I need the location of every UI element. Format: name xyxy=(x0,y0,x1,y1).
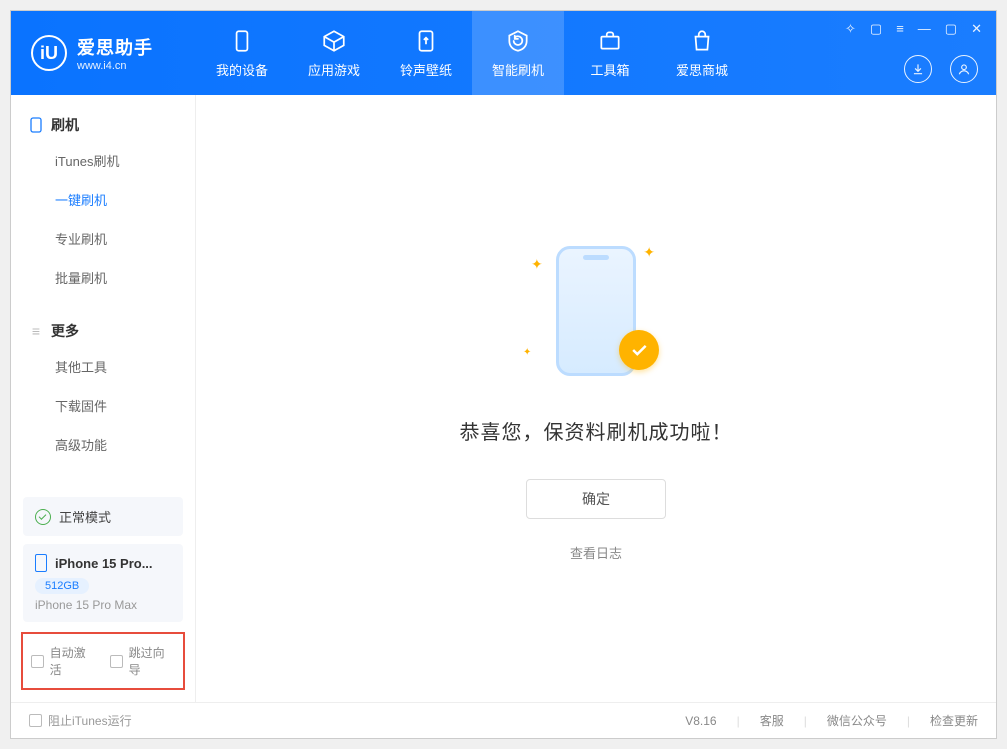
sidebar-item-itunes-flash[interactable]: iTunes刷机 xyxy=(11,141,195,180)
success-check-icon xyxy=(619,330,659,370)
nav-label: 应用游戏 xyxy=(308,60,360,79)
checkbox-label: 自动激活 xyxy=(50,644,96,678)
flash-options: 自动激活 跳过向导 xyxy=(21,632,185,690)
maximize-button[interactable]: ▢ xyxy=(943,19,959,39)
sparkle-icon: ✦ xyxy=(643,244,655,261)
sidebar-item-other-tools[interactable]: 其他工具 xyxy=(11,347,195,386)
sidebar-group-flash[interactable]: 刷机 xyxy=(11,109,195,141)
phone-small-icon[interactable]: ▢ xyxy=(868,19,884,39)
nav-label: 铃声壁纸 xyxy=(400,60,452,79)
check-circle-icon xyxy=(35,509,51,525)
sidebar-group-title: 更多 xyxy=(51,321,79,341)
brand: iU 爱思助手 www.i4.cn xyxy=(11,11,196,95)
checkbox-label: 跳过向导 xyxy=(129,644,175,678)
footer-check-update[interactable]: 检查更新 xyxy=(930,712,978,729)
nav-apps[interactable]: 应用游戏 xyxy=(288,11,380,95)
download-button[interactable] xyxy=(904,55,932,83)
menu-icon[interactable]: ≡ xyxy=(894,19,906,39)
auto-activate-checkbox[interactable]: 自动激活 xyxy=(31,644,96,678)
nav-my-device[interactable]: 我的设备 xyxy=(196,11,288,95)
sidebar-item-pro-flash[interactable]: 专业刷机 xyxy=(11,219,195,258)
device-name: iPhone 15 Pro... xyxy=(55,556,153,571)
skip-guide-checkbox[interactable]: 跳过向导 xyxy=(110,644,175,678)
device-info[interactable]: iPhone 15 Pro... 512GB iPhone 15 Pro Max xyxy=(23,544,183,622)
titlebar: iU 爱思助手 www.i4.cn 我的设备 应用游戏 铃声壁纸 xyxy=(11,11,996,95)
ok-button[interactable]: 确定 xyxy=(526,479,666,519)
checkbox-label: 阻止iTunes运行 xyxy=(48,712,132,729)
success-illustration: ✦ ✦ ✦ xyxy=(521,236,671,386)
device-icon xyxy=(229,28,255,54)
brand-logo-icon: iU xyxy=(31,35,67,71)
close-button[interactable]: ✕ xyxy=(969,19,984,39)
nav-ringtone[interactable]: 铃声壁纸 xyxy=(380,11,472,95)
nav-store[interactable]: 爱思商城 xyxy=(656,11,748,95)
device-full-name: iPhone 15 Pro Max xyxy=(35,598,171,612)
sidebar-item-download-firmware[interactable]: 下载固件 xyxy=(11,386,195,425)
nav-label: 智能刷机 xyxy=(492,60,544,79)
success-message: 恭喜您，保资料刷机成功啦！ xyxy=(460,416,733,445)
sidebar-item-oneclick-flash[interactable]: 一键刷机 xyxy=(11,180,195,219)
sidebar-group-more[interactable]: ≡ 更多 xyxy=(11,315,195,347)
more-icon: ≡ xyxy=(29,324,43,338)
nav-label: 工具箱 xyxy=(590,60,629,79)
phone-icon xyxy=(35,554,47,572)
briefcase-icon xyxy=(597,28,623,54)
bag-icon xyxy=(689,28,715,54)
sidebar: 刷机 iTunes刷机 一键刷机 专业刷机 批量刷机 ≡ 更多 其他工具 下载固… xyxy=(11,95,196,702)
storage-badge: 512GB xyxy=(35,578,89,594)
skin-icon[interactable]: ✧ xyxy=(843,19,858,39)
footer-support[interactable]: 客服 xyxy=(760,712,784,729)
sparkle-icon: ✦ xyxy=(531,256,543,273)
nav-label: 我的设备 xyxy=(216,60,268,79)
phone-small-icon xyxy=(29,118,43,132)
minimize-button[interactable]: — xyxy=(916,19,933,39)
version-label: V8.16 xyxy=(685,714,716,728)
brand-url: www.i4.cn xyxy=(77,60,153,72)
device-mode[interactable]: 正常模式 xyxy=(23,497,183,536)
music-icon xyxy=(413,28,439,54)
brand-name: 爱思助手 xyxy=(77,34,153,60)
top-nav: 我的设备 应用游戏 铃声壁纸 智能刷机 工具箱 xyxy=(196,11,748,95)
view-log-link[interactable]: 查看日志 xyxy=(570,543,622,562)
sparkle-icon: ✦ xyxy=(523,347,531,358)
sidebar-item-batch-flash[interactable]: 批量刷机 xyxy=(11,258,195,297)
cube-icon xyxy=(321,28,347,54)
nav-flash[interactable]: 智能刷机 xyxy=(472,11,564,95)
sidebar-item-advanced[interactable]: 高级功能 xyxy=(11,425,195,464)
nav-toolbox[interactable]: 工具箱 xyxy=(564,11,656,95)
footer-wechat[interactable]: 微信公众号 xyxy=(827,712,887,729)
refresh-badge-icon xyxy=(505,28,531,54)
user-button[interactable] xyxy=(950,55,978,83)
nav-label: 爱思商城 xyxy=(676,60,728,79)
sidebar-group-title: 刷机 xyxy=(51,115,79,135)
block-itunes-checkbox[interactable]: 阻止iTunes运行 xyxy=(29,712,132,729)
device-mode-label: 正常模式 xyxy=(59,507,111,526)
footer: 阻止iTunes运行 V8.16 | 客服 | 微信公众号 | 检查更新 xyxy=(11,702,996,738)
main-panel: ✦ ✦ ✦ 恭喜您，保资料刷机成功啦！ 确定 查看日志 xyxy=(196,95,996,702)
